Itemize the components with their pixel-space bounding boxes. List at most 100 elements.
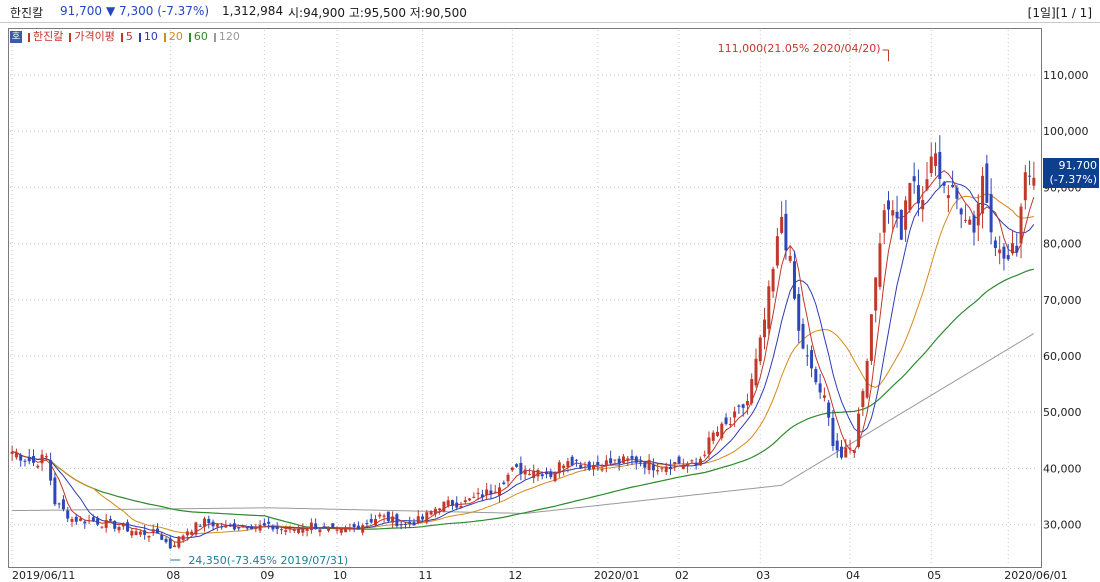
candle-body (946, 195, 950, 199)
candle-body (1002, 246, 1006, 259)
candle-body (570, 456, 574, 466)
candle-body (70, 519, 74, 522)
candle-body (241, 525, 245, 527)
candle-body (1028, 175, 1032, 177)
candle-body (857, 413, 861, 447)
candle-body (472, 496, 476, 498)
candle-body (399, 524, 403, 526)
candle-body (989, 194, 993, 233)
candle-body (408, 521, 412, 524)
y-tick-label: 40,000 (1043, 462, 1082, 475)
candle-body (275, 526, 279, 530)
candle-body (677, 456, 681, 464)
candle-body (861, 391, 865, 408)
candle-body (173, 545, 177, 548)
candle-body (583, 466, 587, 468)
candle-body (993, 240, 997, 248)
candle-body (899, 209, 903, 240)
candle-body (232, 523, 236, 530)
candle-body (754, 358, 758, 386)
candle-body (720, 423, 724, 439)
candle-body (887, 200, 891, 210)
candle-body (728, 424, 732, 426)
legend-ma-20: 20 (163, 30, 183, 43)
candle-body (647, 459, 651, 471)
candle-body (617, 458, 621, 464)
legend-ma-10: 10 (138, 30, 158, 43)
candle-body (908, 183, 912, 211)
candle-body (822, 395, 826, 398)
candle-body (895, 211, 899, 219)
candle-body (386, 511, 390, 522)
candle-body (305, 527, 309, 531)
candle-body (382, 515, 386, 517)
candle-body (549, 471, 553, 478)
candle-body (651, 464, 655, 471)
candle-body (848, 447, 852, 449)
candle-body (117, 526, 121, 531)
price-tag-value: 91,700 (1058, 159, 1098, 172)
candle-body (566, 461, 570, 468)
x-tick-label: 11 (419, 569, 433, 582)
candle-body (463, 500, 467, 503)
candlestick-chart[interactable]: 30,00040,00050,00060,00070,00080,00090,0… (0, 0, 1100, 582)
candle-body (288, 527, 292, 530)
candle-body (91, 517, 95, 522)
x-tick-label: 03 (756, 569, 770, 582)
candle-body (839, 446, 843, 458)
x-tick-label: 2020/06/01 (1004, 569, 1067, 582)
candle-body (198, 525, 202, 527)
candle-body (356, 525, 360, 530)
candle-body (168, 538, 172, 549)
candle-body (292, 529, 296, 531)
candle-body (660, 468, 664, 470)
candle-body (745, 401, 749, 406)
candle-body (23, 460, 27, 462)
candle-body (891, 210, 895, 216)
candle-body (664, 466, 668, 472)
candle-body (57, 503, 61, 505)
candle-body (250, 526, 254, 530)
candle-body (656, 470, 660, 472)
candle-body (468, 498, 472, 501)
x-tick-label: 10 (333, 569, 347, 582)
candle-body (96, 518, 100, 525)
candle-body (784, 213, 788, 251)
price-tag-change: (-7.37%) (1049, 173, 1098, 186)
candle-body (613, 459, 617, 461)
candle-body (639, 462, 643, 464)
candle-body (318, 529, 322, 533)
candle-body (681, 464, 685, 470)
legend-stock-label: 한진칼 (33, 30, 64, 43)
candle-body (519, 462, 523, 475)
candle-body (262, 523, 266, 526)
candle-body (207, 518, 211, 524)
candle-body (459, 505, 463, 508)
candle-body (955, 187, 959, 199)
candle-body (711, 432, 715, 441)
x-tick-label: 2019/06/11 (12, 569, 75, 582)
candle-body (480, 494, 484, 498)
candle-body (44, 456, 48, 458)
x-tick-label: 09 (260, 569, 274, 582)
candle-body (279, 529, 283, 531)
candle-body (126, 522, 130, 532)
candle-body (258, 524, 262, 531)
candle-body (40, 454, 44, 464)
y-tick-label: 50,000 (1043, 406, 1082, 419)
ma-5-line (12, 170, 1035, 543)
candle-body (951, 184, 955, 187)
candle-body (374, 519, 378, 526)
candle-body (361, 525, 365, 533)
candle-body (27, 456, 31, 462)
candle-body (592, 464, 596, 470)
candle-body (476, 492, 480, 495)
candle-body (185, 531, 189, 536)
candle-body (433, 508, 437, 515)
candle-body (412, 522, 416, 526)
candle-body (446, 500, 450, 506)
candle-body (391, 516, 395, 523)
chart-mode-icon[interactable]: 호 (10, 31, 22, 43)
candle-body (74, 516, 78, 522)
candle-body (421, 516, 425, 520)
